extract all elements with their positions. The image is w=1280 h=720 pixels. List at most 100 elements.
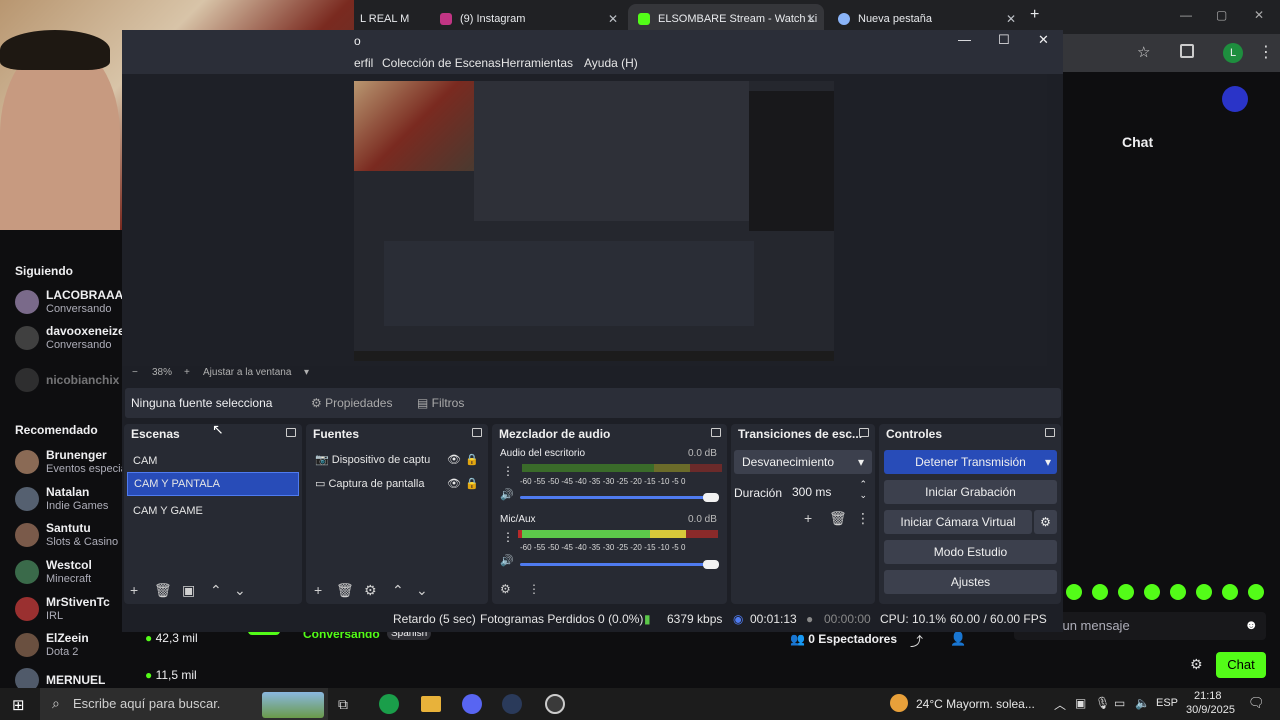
sidebar-channel[interactable]: Westcol Minecraft bbox=[15, 558, 92, 586]
obs-close-icon[interactable]: ✕ bbox=[1038, 32, 1049, 48]
stepper-icon[interactable]: ⌃ ⌄ bbox=[859, 479, 867, 501]
kebab-menu-icon[interactable]: ⋮ bbox=[528, 582, 540, 596]
emote-icon[interactable] bbox=[1144, 584, 1160, 600]
lock-icon[interactable]: 🔒 bbox=[465, 477, 479, 490]
input-language[interactable]: ESP bbox=[1156, 697, 1178, 709]
obs-taskbar-icon[interactable] bbox=[545, 694, 565, 714]
scene-item[interactable]: CAM Y GAME bbox=[127, 500, 299, 524]
volume-icon[interactable]: 🔈 bbox=[1135, 696, 1150, 710]
windows-start-icon[interactable]: ⊞ bbox=[12, 696, 25, 714]
extensions-icon[interactable] bbox=[1180, 44, 1194, 58]
emote-icon[interactable] bbox=[1196, 584, 1212, 600]
menu-scene-collection[interactable]: Colección de Escenas bbox=[382, 56, 501, 70]
scene-item[interactable]: CAM bbox=[127, 450, 299, 474]
dock-popout-icon[interactable] bbox=[859, 428, 869, 437]
close-tab-icon[interactable]: ✕ bbox=[608, 12, 618, 26]
menu-tools[interactable]: Herramientas bbox=[501, 56, 573, 70]
speaker-icon[interactable]: 🔊 bbox=[500, 554, 514, 567]
sidebar-channel[interactable]: Natalan Indie Games bbox=[15, 485, 108, 513]
close-tab-icon[interactable]: ✕ bbox=[806, 12, 816, 26]
microphone-icon[interactable]: 🎙 bbox=[1095, 696, 1110, 710]
stop-stream-button[interactable]: Detener Transmisión ▾ bbox=[884, 450, 1057, 474]
lock-icon[interactable]: 🔒 bbox=[465, 453, 479, 466]
clock-date[interactable]: 30/9/2025 bbox=[1186, 704, 1235, 716]
add-icon[interactable]: + bbox=[314, 582, 322, 598]
obs-preview[interactable] bbox=[122, 74, 1047, 366]
zoom-in-button[interactable]: + bbox=[184, 367, 190, 378]
dock-popout-icon[interactable] bbox=[711, 428, 721, 437]
filter-icon[interactable]: ▣ bbox=[182, 582, 195, 599]
emote-icon[interactable] bbox=[1092, 584, 1108, 600]
add-icon[interactable]: + bbox=[130, 582, 138, 598]
chat-settings-icon[interactable]: ⚙ bbox=[1190, 656, 1203, 673]
transition-select[interactable]: Desvanecimiento ▾ bbox=[734, 450, 872, 474]
clock-time[interactable]: 21:18 bbox=[1194, 690, 1222, 702]
add-icon[interactable]: + bbox=[804, 510, 812, 526]
settings-button[interactable]: Ajustes bbox=[884, 570, 1057, 594]
obs-maximize-icon[interactable]: ☐ bbox=[998, 32, 1010, 48]
filters-button[interactable]: ▤ Filtros bbox=[411, 391, 471, 415]
file-explorer-icon[interactable] bbox=[421, 696, 441, 712]
notifications-icon[interactable]: 🗨 bbox=[1248, 695, 1265, 711]
move-up-icon[interactable]: ⌃ bbox=[392, 582, 404, 599]
close-tab-icon[interactable]: ✕ bbox=[1006, 12, 1016, 26]
zoom-out-button[interactable]: − bbox=[132, 367, 138, 378]
profile-avatar[interactable]: L bbox=[1223, 43, 1243, 63]
new-tab-button[interactable]: + bbox=[1030, 6, 1039, 24]
taskbar-search[interactable]: ⌕ Escribe aquí para buscar. bbox=[40, 688, 328, 720]
obs-minimize-icon[interactable]: — bbox=[958, 32, 971, 47]
dock-popout-icon[interactable] bbox=[286, 428, 296, 437]
fit-window-button[interactable]: Ajustar a la ventana bbox=[203, 367, 291, 378]
chrome-taskbar-icon[interactable] bbox=[379, 694, 399, 714]
trash-icon[interactable]: 🗑 bbox=[336, 582, 354, 599]
start-recording-button[interactable]: Iniciar Grabación bbox=[884, 480, 1057, 504]
dock-popout-icon[interactable] bbox=[1045, 428, 1055, 437]
source-item[interactable]: ▭ Captura de pantalla 👁 🔒 bbox=[309, 472, 485, 496]
sidebar-channel[interactable]: MrStivenTc IRL bbox=[15, 595, 110, 623]
trash-icon[interactable]: 🗑 bbox=[154, 582, 172, 599]
emote-icon[interactable] bbox=[1066, 584, 1082, 600]
menu-profile[interactable]: erfil bbox=[354, 56, 373, 70]
emote-icon[interactable] bbox=[1248, 584, 1264, 600]
share-icon[interactable]: ⤴ bbox=[910, 631, 923, 650]
discord-icon[interactable] bbox=[462, 694, 482, 714]
trash-icon[interactable]: 🗑 bbox=[829, 510, 847, 527]
tray-chevron-icon[interactable]: ︿ bbox=[1054, 696, 1066, 713]
studio-mode-button[interactable]: Modo Estudio bbox=[884, 540, 1057, 564]
tray-icon[interactable]: ▣ bbox=[1075, 696, 1086, 710]
properties-button[interactable]: ⚙ Propiedades bbox=[303, 391, 403, 415]
menu-help[interactable]: Ayuda (H) bbox=[584, 56, 638, 70]
volume-slider-knob[interactable] bbox=[703, 493, 719, 502]
visibility-icon[interactable]: 👁 bbox=[447, 453, 461, 466]
speaker-icon[interactable]: 🔊 bbox=[500, 488, 514, 501]
dock-popout-icon[interactable] bbox=[472, 428, 482, 437]
scene-item-selected[interactable]: CAM Y PANTALA bbox=[127, 472, 299, 496]
visibility-icon[interactable]: 👁 bbox=[447, 477, 461, 490]
gear-icon[interactable]: ⚙ bbox=[364, 582, 377, 599]
sidebar-channel[interactable]: LACOBRAAA Conversando bbox=[15, 288, 123, 316]
volume-slider[interactable] bbox=[520, 563, 712, 566]
move-down-icon[interactable]: ⌄ bbox=[416, 582, 428, 599]
sidebar-channel[interactable]: ElZeein Dota 2 bbox=[15, 631, 89, 659]
minimize-icon[interactable]: — bbox=[1180, 8, 1192, 22]
maximize-icon[interactable]: ▢ bbox=[1216, 8, 1227, 22]
chevron-down-icon[interactable]: ▾ bbox=[304, 367, 309, 378]
emoji-icon[interactable]: ☻ bbox=[1244, 617, 1258, 632]
steam-icon[interactable] bbox=[502, 694, 522, 714]
emote-icon[interactable] bbox=[1170, 584, 1186, 600]
channel-avatar[interactable] bbox=[1222, 86, 1248, 112]
sidebar-channel[interactable]: davooxeneize Conversando bbox=[15, 324, 125, 352]
volume-slider-knob[interactable] bbox=[703, 560, 719, 569]
emote-icon[interactable] bbox=[1118, 584, 1134, 600]
duration-input[interactable]: 300 ms ⌃ ⌄ bbox=[787, 479, 871, 504]
volume-slider[interactable] bbox=[520, 496, 712, 499]
sidebar-channel[interactable]: Brunenger Eventos especia bbox=[15, 448, 127, 476]
network-icon[interactable]: ▭ bbox=[1114, 696, 1125, 710]
close-window-icon[interactable]: ✕ bbox=[1254, 8, 1264, 22]
sidebar-channel[interactable]: Santutu Slots & Casino bbox=[15, 521, 118, 549]
move-down-icon[interactable]: ⌄ bbox=[234, 582, 246, 599]
bookmark-star-icon[interactable]: ☆ bbox=[1137, 43, 1150, 61]
advanced-audio-icon[interactable]: ⚙ bbox=[500, 582, 511, 596]
start-virtual-camera-button[interactable]: Iniciar Cámara Virtual bbox=[884, 510, 1032, 534]
kebab-menu-icon[interactable]: ⋮ bbox=[856, 510, 870, 527]
